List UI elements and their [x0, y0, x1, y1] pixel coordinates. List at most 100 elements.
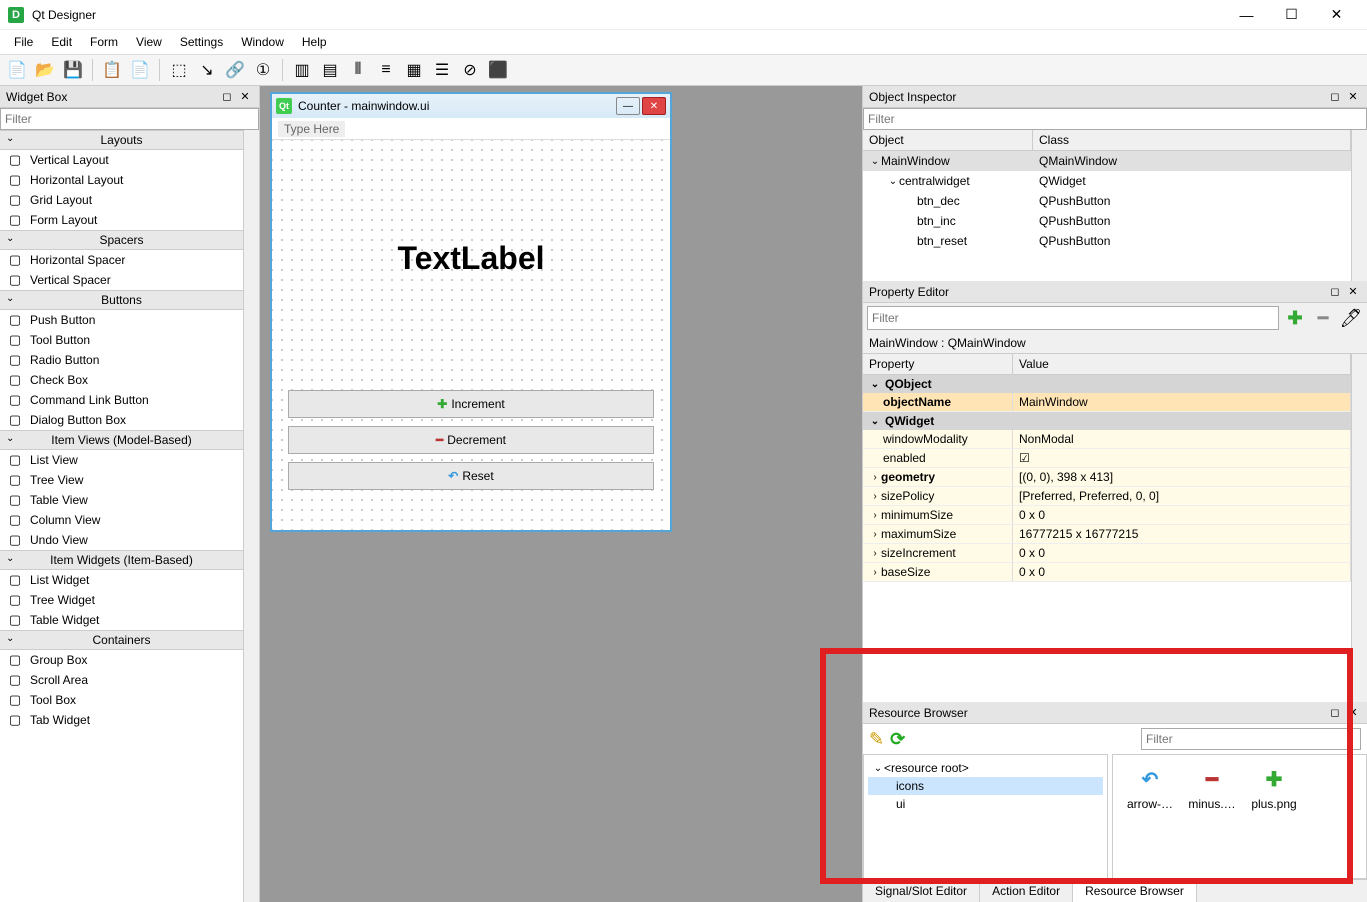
tab-resource-browser[interactable]: Resource Browser	[1073, 880, 1197, 902]
copy-button[interactable]: 📋	[99, 57, 125, 83]
property-value[interactable]: 0 x 0	[1013, 563, 1351, 582]
property-row[interactable]: enabled☑	[863, 449, 1351, 468]
save-button[interactable]: 💾	[60, 57, 86, 83]
form-button-increment[interactable]: ✚Increment	[288, 390, 654, 418]
signal-slot-button[interactable]: ↘	[194, 57, 220, 83]
grid-button[interactable]: ▦	[401, 57, 427, 83]
property-value[interactable]: 16777215 x 16777215	[1013, 525, 1351, 544]
property-value[interactable]: [Preferred, Preferred, 0, 0]	[1013, 487, 1351, 506]
scrollbar[interactable]	[1351, 354, 1367, 702]
property-row[interactable]: ›minimumSize0 x 0	[863, 506, 1351, 525]
oi-col-class[interactable]: Class	[1033, 130, 1351, 150]
widget-item[interactable]: ▢Command Link Button	[0, 390, 243, 410]
property-editor-filter[interactable]	[867, 306, 1279, 330]
scrollbar[interactable]	[1351, 130, 1367, 281]
form-window[interactable]: Qt Counter - mainwindow.ui — ✕ Type Here…	[270, 92, 672, 532]
v-split-button[interactable]: ≡	[373, 57, 399, 83]
buddy-button[interactable]: 🔗	[222, 57, 248, 83]
category-header[interactable]: Layouts	[0, 130, 243, 150]
h-layout-button[interactable]: ▥	[289, 57, 315, 83]
adjust-button[interactable]: ⬛	[485, 57, 511, 83]
widget-item[interactable]: ▢Horizontal Spacer	[0, 250, 243, 270]
property-value[interactable]: MainWindow	[1013, 393, 1351, 412]
category-header[interactable]: Item Widgets (Item-Based)	[0, 550, 243, 570]
resource-tree-item[interactable]: icons	[868, 777, 1103, 795]
dock-float-button[interactable]: ◻	[219, 89, 235, 105]
close-button[interactable]: ✕	[1314, 0, 1359, 30]
widget-item[interactable]: ▢Tool Box	[0, 690, 243, 710]
resource-tree-item[interactable]: ui	[868, 795, 1103, 813]
category-header[interactable]: Containers	[0, 630, 243, 650]
oi-col-object[interactable]: Object	[863, 130, 1033, 150]
dock-float-button[interactable]: ◻	[1327, 89, 1343, 105]
menu-edit[interactable]: Edit	[43, 33, 80, 51]
resource-icon-item[interactable]: ━minus.…	[1187, 767, 1237, 811]
widget-item[interactable]: ▢Form Layout	[0, 210, 243, 230]
property-row[interactable]: ›baseSize0 x 0	[863, 563, 1351, 582]
widget-item[interactable]: ▢List View	[0, 450, 243, 470]
dock-close-button[interactable]: ✕	[1345, 284, 1361, 300]
form-close-button[interactable]: ✕	[642, 97, 666, 115]
menu-view[interactable]: View	[128, 33, 170, 51]
property-value[interactable]: [(0, 0), 398 x 413]	[1013, 468, 1351, 487]
object-inspector-filter[interactable]	[863, 108, 1367, 130]
form-button-decrement[interactable]: ━Decrement	[288, 426, 654, 454]
resource-tree-item[interactable]: ⌄<resource root>	[868, 759, 1103, 777]
widget-item[interactable]: ▢Grid Layout	[0, 190, 243, 210]
widget-item[interactable]: ▢Column View	[0, 510, 243, 530]
dock-close-button[interactable]: ✕	[1345, 705, 1361, 721]
menu-settings[interactable]: Settings	[172, 33, 231, 51]
widget-item[interactable]: ▢Scroll Area	[0, 670, 243, 690]
menu-help[interactable]: Help	[294, 33, 335, 51]
widget-item[interactable]: ▢Table Widget	[0, 610, 243, 630]
add-property-button[interactable]: ✚	[1283, 306, 1307, 330]
widget-item[interactable]: ▢Vertical Spacer	[0, 270, 243, 290]
form-body[interactable]: TextLabel ✚Increment━Decrement↶Reset	[272, 140, 670, 530]
dock-float-button[interactable]: ◻	[1327, 705, 1343, 721]
resource-icon-item[interactable]: ↶arrow-…	[1125, 767, 1175, 811]
dock-close-button[interactable]: ✕	[237, 89, 253, 105]
property-value[interactable]: 0 x 0	[1013, 544, 1351, 563]
widget-item[interactable]: ▢Horizontal Layout	[0, 170, 243, 190]
widget-item[interactable]: ▢Check Box	[0, 370, 243, 390]
remove-property-button[interactable]: ━	[1311, 306, 1335, 330]
menu-form[interactable]: Form	[82, 33, 126, 51]
pe-col-property[interactable]: Property	[863, 354, 1013, 374]
reload-icon[interactable]: ⟳	[890, 729, 905, 750]
form-minimize-button[interactable]: —	[616, 97, 640, 115]
maximize-button[interactable]: ☐	[1269, 0, 1314, 30]
property-group[interactable]: ⌄QObject	[863, 375, 1351, 393]
object-row[interactable]: btn_resetQPushButton	[863, 231, 1351, 251]
object-row[interactable]: btn_decQPushButton	[863, 191, 1351, 211]
object-row[interactable]: btn_incQPushButton	[863, 211, 1351, 231]
edit-resources-icon[interactable]: ✎	[869, 729, 884, 750]
category-header[interactable]: Item Views (Model-Based)	[0, 430, 243, 450]
object-row[interactable]: ⌄centralwidgetQWidget	[863, 171, 1351, 191]
settings-icon[interactable]: 🖊	[1339, 306, 1363, 330]
property-row[interactable]: ›sizePolicy[Preferred, Preferred, 0, 0]	[863, 487, 1351, 506]
property-value[interactable]: ☑	[1013, 449, 1351, 468]
form-layout-button[interactable]: ☰	[429, 57, 455, 83]
property-row[interactable]: ›maximumSize16777215 x 16777215	[863, 525, 1351, 544]
resource-tree[interactable]: ⌄<resource root>iconsui	[863, 754, 1108, 879]
layout-select-button[interactable]: ⬚	[166, 57, 192, 83]
minimize-button[interactable]: —	[1224, 0, 1269, 30]
scrollbar[interactable]	[243, 130, 259, 902]
new-button[interactable]: 📄	[4, 57, 30, 83]
property-group[interactable]: ⌄QWidget	[863, 412, 1351, 430]
expand-icon[interactable]: ⌄	[869, 156, 881, 167]
widget-item[interactable]: ▢Table View	[0, 490, 243, 510]
widget-box-filter[interactable]	[0, 108, 259, 130]
widget-item[interactable]: ▢Radio Button	[0, 350, 243, 370]
resource-icon-item[interactable]: ✚plus.png	[1249, 767, 1299, 811]
widget-item[interactable]: ▢Tree Widget	[0, 590, 243, 610]
v-layout-button[interactable]: ▤	[317, 57, 343, 83]
h-split-button[interactable]: ⫴	[345, 57, 371, 83]
category-header[interactable]: Buttons	[0, 290, 243, 310]
property-row[interactable]: windowModalityNonModal	[863, 430, 1351, 449]
object-row[interactable]: ⌄MainWindowQMainWindow	[863, 151, 1351, 171]
dock-close-button[interactable]: ✕	[1345, 89, 1361, 105]
property-row[interactable]: ›geometry[(0, 0), 398 x 413]	[863, 468, 1351, 487]
widget-item[interactable]: ▢Dialog Button Box	[0, 410, 243, 430]
tab-action-editor[interactable]: Action Editor	[980, 880, 1073, 902]
